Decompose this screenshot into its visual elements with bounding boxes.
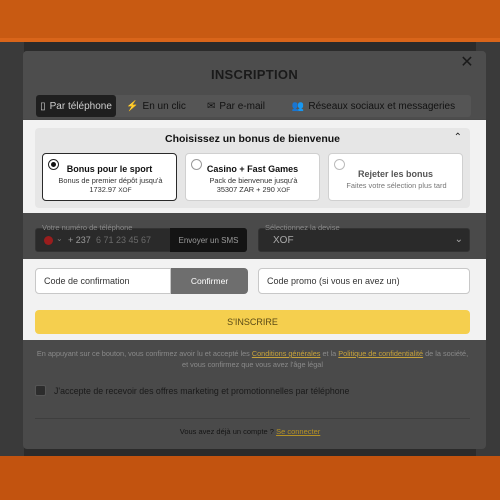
site-footer-background bbox=[0, 456, 500, 500]
promo-code-input[interactable]: Code promo (si vous en avez un) bbox=[258, 268, 470, 294]
privacy-link[interactable]: Politique de confidentialité bbox=[338, 349, 423, 358]
tab-label: Par e-mail bbox=[219, 100, 265, 112]
login-link[interactable]: Se connecter bbox=[276, 427, 320, 436]
login-prompt: Vous avez déjà un compte ? Se connecter bbox=[179, 427, 321, 436]
tab-label: En un clic bbox=[142, 100, 186, 112]
confirm-button[interactable]: Confirmer bbox=[171, 268, 248, 294]
terms-link[interactable]: Conditions générales bbox=[252, 349, 321, 358]
bonus-option-title: Casino + Fast Games bbox=[206, 164, 299, 174]
users-icon: 👥 bbox=[291, 100, 305, 112]
bonus-option-casino[interactable]: Casino + Fast Games Pack de bienvenue ju… bbox=[185, 153, 320, 201]
phone-placeholder: 6 71 23 45 67 bbox=[96, 235, 152, 245]
currency-value: XOF bbox=[273, 235, 294, 246]
marketing-consent: J'accepte de recevoir des offres marketi… bbox=[35, 385, 349, 396]
bonus-option-title: Bonus pour le sport bbox=[66, 164, 153, 174]
divider bbox=[35, 418, 470, 419]
tab-label: Par téléphone bbox=[49, 100, 112, 112]
tab-one-click[interactable]: ⚡ En un clic bbox=[116, 95, 196, 117]
tab-label: Réseaux sociaux et messageries bbox=[308, 100, 456, 112]
bonus-option-description: Bonus de premier dépôt jusqu'à 1732.97 X… bbox=[58, 176, 163, 194]
dial-code: + 237 bbox=[68, 235, 91, 245]
page-background-left bbox=[0, 42, 24, 456]
bonus-title: Choisissez un bonus de bienvenue bbox=[164, 133, 341, 145]
bonus-selector: Choisissez un bonus de bienvenue ⌃ Bonus… bbox=[35, 128, 470, 208]
phone-label: Votre numéro de téléphone bbox=[42, 223, 133, 232]
bonus-option-reject[interactable]: Rejeter les bonus Faites votre sélection… bbox=[328, 153, 463, 201]
tab-phone[interactable]: ▯ Par téléphone bbox=[36, 95, 116, 117]
tab-social[interactable]: 👥 Réseaux sociaux et messageries bbox=[276, 95, 471, 117]
registration-tabs: ▯ Par téléphone ⚡ En un clic ✉ Par e-mai… bbox=[36, 95, 471, 117]
currency-label: Sélectionnez la devise bbox=[265, 223, 340, 232]
modal-title: INSCRIPTION bbox=[210, 67, 299, 82]
send-sms-button[interactable]: Envoyer un SMS bbox=[170, 228, 247, 252]
bonus-option-description: Faites votre sélection plus tard bbox=[346, 181, 447, 190]
site-header-background bbox=[0, 0, 500, 40]
bonus-option-description: Pack de bienvenue jusqu'à 35307 ZAR + 29… bbox=[209, 176, 298, 194]
legal-notice: En appuyant sur ce bouton, vous confirme… bbox=[36, 349, 469, 369]
chevron-down-icon[interactable]: ⌄ bbox=[56, 234, 63, 243]
signup-button[interactable]: S'INSCRIRE bbox=[35, 310, 470, 334]
flag-icon[interactable] bbox=[44, 236, 53, 245]
tab-email[interactable]: ✉ Par e-mail bbox=[196, 95, 276, 117]
site-header-stripe bbox=[0, 38, 500, 42]
mail-icon: ✉ bbox=[207, 100, 216, 112]
marketing-checkbox[interactable] bbox=[35, 385, 46, 396]
bonus-option-sport[interactable]: Bonus pour le sport Bonus de premier dép… bbox=[42, 153, 177, 201]
chevron-down-icon: ⌄ bbox=[454, 234, 463, 245]
marketing-label: J'accepte de recevoir des offres marketi… bbox=[54, 385, 350, 396]
chevron-up-icon[interactable]: ⌃ bbox=[454, 132, 462, 143]
phone-icon: ▯ bbox=[40, 100, 46, 112]
confirmation-code-input[interactable]: Code de confirmation bbox=[35, 268, 171, 294]
bonus-option-title: Rejeter les bonus bbox=[357, 169, 434, 179]
bolt-icon: ⚡ bbox=[126, 100, 139, 112]
